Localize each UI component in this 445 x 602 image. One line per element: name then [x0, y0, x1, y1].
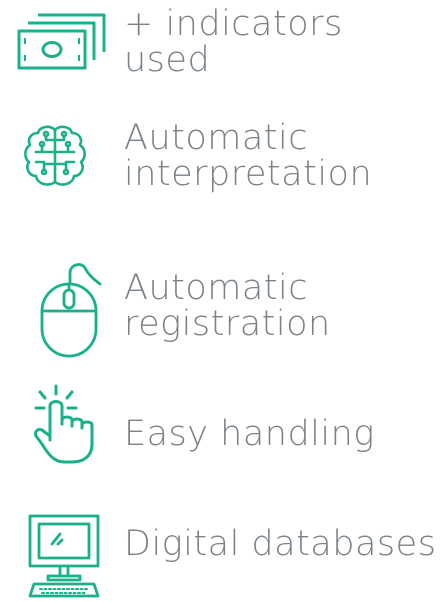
brain-circuit-icon: [22, 124, 88, 190]
feature-label-line: interpretation: [124, 154, 373, 194]
feature-label-line: + indicators: [124, 4, 343, 44]
feature-easy-handling: Easy handling: [0, 380, 445, 470]
feature-label: + indicators used: [124, 6, 343, 78]
feature-automatic-registration: Automatic registration: [0, 260, 445, 360]
feature-label-line: Easy handling: [124, 414, 375, 454]
feature-label: Easy handling: [124, 416, 375, 452]
desktop-computer-icon: [28, 514, 100, 598]
money-icon: [17, 13, 108, 70]
feature-label: Automatic interpretation: [124, 120, 372, 192]
feature-label-line: Automatic: [124, 118, 308, 158]
feature-label-line: registration: [124, 304, 331, 344]
feature-digital-databases: Digital databases: [0, 508, 445, 602]
feature-automatic-interpretation: Automatic interpretation: [0, 110, 445, 210]
feature-label: Digital databases: [124, 526, 436, 562]
hand-tap-icon: [34, 384, 96, 464]
feature-label-line: Automatic: [124, 268, 308, 308]
feature-label-line: used: [124, 40, 211, 80]
feature-indicators-used: + indicators used: [0, 0, 445, 90]
mouse-icon: [38, 260, 104, 360]
feature-label-line: Digital databases: [124, 524, 437, 564]
feature-label: Automatic registration: [124, 270, 331, 342]
